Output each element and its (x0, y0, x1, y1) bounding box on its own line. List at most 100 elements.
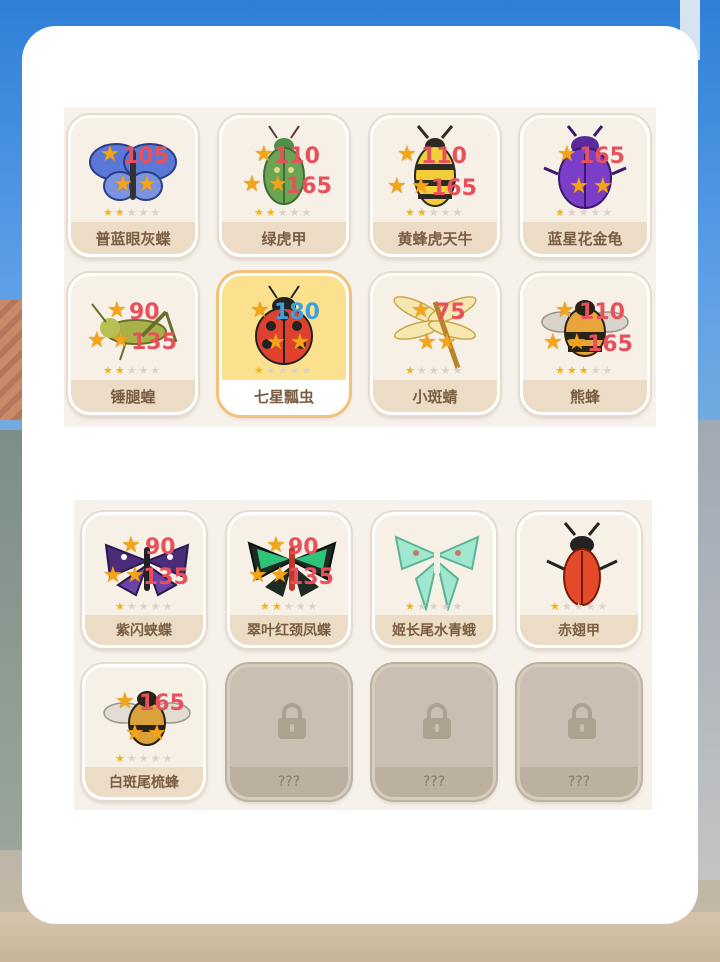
score-secondary: 165 (587, 332, 633, 357)
score-star-icon: ★ (266, 330, 286, 355)
score-star-icon: ★ (387, 174, 407, 199)
score-primary: 165 (139, 691, 185, 716)
bug-tile-10[interactable]: ★ ★ ★ ★ ★ 姬长尾水青蛾 (372, 512, 496, 648)
score-star-icon: ★ (555, 298, 575, 323)
bug-name: ??? (520, 767, 638, 797)
bug-tile-11[interactable]: ★ ★ ★ ★ ★ 赤翅甲 (517, 512, 641, 648)
score-star-icon: ★ (248, 563, 268, 588)
score-secondary: 165 (286, 174, 332, 199)
rarity-stars: ★ ★ ★ ★ ★ (260, 600, 318, 613)
score-star-icon: ★ (266, 533, 286, 558)
score-star-icon: ★ (250, 298, 270, 323)
locked-tile-2[interactable]: ??? (372, 664, 496, 800)
score-star-icon: ★ (593, 174, 613, 199)
bug-name: 小斑蜻 (373, 380, 497, 412)
bug-tile-3[interactable]: ★ 165 ★ ★ ★ ★ ★ ★ ★ 蓝星花金龟 (520, 115, 650, 257)
score-star-icon: ★ (437, 330, 457, 355)
white-bee-icon (103, 691, 191, 746)
rarity-stars: ★ ★ ★ ★ ★ (115, 600, 173, 613)
bug-name: 七星瓢虫 (222, 380, 346, 412)
score-star-icon: ★ (137, 172, 157, 197)
score-star-icon: ★ (569, 174, 589, 199)
score-star-icon: ★ (121, 533, 141, 558)
dragonfly-icon (393, 296, 477, 369)
bug-name: 普蓝眼灰蝶 (71, 222, 195, 254)
lock-icon (568, 703, 596, 739)
bug-name: 蓝星花金龟 (523, 222, 647, 254)
locked-tile-1[interactable]: ??? (227, 664, 351, 800)
score-star-icon: ★ (567, 330, 587, 355)
bug-name: 紫闪蛱蝶 (85, 615, 203, 645)
score-star-icon: ★ (125, 563, 145, 588)
bug-tile-5[interactable]: ★ 180 ★ ★ ★ ★ ★ ★ ★ 七星瓢虫 (219, 273, 349, 415)
bug-name: 黄蜂虎天牛 (373, 222, 497, 254)
rarity-stars: ★ ★ ★ ★ ★ (254, 364, 312, 377)
score-star-icon: ★ (411, 174, 431, 199)
score-star-icon: ★ (115, 689, 135, 714)
score-secondary: 135 (131, 330, 177, 355)
score-star-icon: ★ (111, 328, 131, 353)
rarity-stars: ★ ★ ★ ★ ★ (405, 206, 463, 219)
green-beetle-icon (263, 125, 305, 205)
purple-beetle-icon (543, 125, 627, 209)
rarity-stars: ★ ★ ★ ★ ★ (405, 364, 463, 377)
bug-tile-12[interactable]: ★ 165 ★ ★ ★ ★ ★ ★ ★ 白斑尾梳蜂 (82, 664, 206, 800)
score-primary: 75 (435, 300, 466, 325)
bug-tile-9[interactable]: ★ 90 ★ ★ 135 ★ ★ ★ ★ ★ 翠叶红颈凤蝶 (227, 512, 351, 648)
bug-tile-8[interactable]: ★ 90 ★ ★ 135 ★ ★ ★ ★ ★ 紫闪蛱蝶 (82, 512, 206, 648)
rarity-stars: ★ ★ ★ ★ ★ (555, 364, 613, 377)
score-secondary: 165 (431, 176, 477, 201)
bumblebee-icon (541, 300, 629, 357)
score-star-icon: ★ (242, 172, 262, 197)
bug-tile-6[interactable]: ★ 75 ★ ★ ★ ★ ★ ★ ★ 小斑蜻 (370, 273, 500, 415)
rarity-stars: ★ ★ ★ ★ ★ (103, 364, 161, 377)
bug-name: ??? (230, 767, 348, 797)
rarity-stars: ★ ★ ★ ★ ★ (254, 206, 312, 219)
blue-butterfly-icon (89, 143, 177, 201)
score-star-icon: ★ (254, 142, 274, 167)
rarity-stars: ★ ★ ★ ★ ★ (405, 600, 463, 613)
rarity-stars: ★ ★ ★ ★ ★ (115, 752, 173, 765)
locked-tile-3[interactable]: ??? (517, 664, 641, 800)
lock-icon (278, 703, 306, 739)
score-primary: 90 (288, 535, 319, 560)
bug-name: 赤翅甲 (520, 615, 638, 645)
collection-grid-bottom: ★ 90 ★ ★ 135 ★ ★ ★ ★ ★ 紫闪蛱蝶 ★ 90 ★ ★ 135 ★ ★ ★… (74, 500, 652, 810)
score-primary: 110 (421, 144, 467, 169)
rarity-stars: ★ ★ ★ ★ ★ (555, 206, 613, 219)
score-secondary: 135 (288, 565, 334, 590)
score-primary: 180 (274, 300, 320, 325)
collection-grid-top: ★ 105 ★ ★ ★ ★ ★ ★ ★ 普蓝眼灰蝶 ★ 110 ★ ★ 165 ★ ★ ★ ★… (64, 107, 656, 427)
score-star-icon: ★ (147, 721, 167, 746)
bug-name: 熊蜂 (523, 380, 647, 412)
score-primary: 110 (274, 144, 320, 169)
score-star-icon: ★ (290, 330, 310, 355)
score-star-icon: ★ (268, 172, 288, 197)
bug-name: 白斑尾梳蜂 (85, 767, 203, 797)
rarity-stars: ★ ★ ★ ★ ★ (103, 206, 161, 219)
score-star-icon: ★ (417, 330, 437, 355)
rarity-stars: ★ ★ ★ ★ ★ (550, 600, 608, 613)
bug-name: ??? (375, 767, 493, 797)
bug-tile-4[interactable]: ★ 90 ★ ★ 135 ★ ★ ★ ★ ★ 锤腿蝗 (68, 273, 198, 415)
score-secondary: 135 (143, 565, 189, 590)
bug-name: 绿虎甲 (222, 222, 346, 254)
score-star-icon: ★ (411, 298, 431, 323)
bug-tile-7[interactable]: ★ 110 ★ ★ 165 ★ ★ ★ ★ ★ 熊蜂 (520, 273, 650, 415)
bug-tile-2[interactable]: ★ 110 ★ ★ 165 ★ ★ ★ ★ ★ 黄蜂虎天牛 (370, 115, 500, 257)
score-primary: 90 (145, 535, 176, 560)
score-primary: 105 (123, 144, 169, 169)
red-beetle-icon (546, 522, 618, 606)
score-primary: 90 (129, 300, 160, 325)
score-star-icon: ★ (107, 298, 127, 323)
score-star-icon: ★ (100, 142, 120, 167)
bug-tile-0[interactable]: ★ 105 ★ ★ ★ ★ ★ ★ ★ 普蓝眼灰蝶 (68, 115, 198, 257)
bug-tile-1[interactable]: ★ 110 ★ ★ 165 ★ ★ ★ ★ ★ 绿虎甲 (219, 115, 349, 257)
bug-name: 翠叶红颈凤蝶 (230, 615, 348, 645)
score-star-icon: ★ (125, 721, 145, 746)
bug-name: 锤腿蝗 (71, 380, 195, 412)
score-star-icon: ★ (270, 563, 290, 588)
score-star-icon: ★ (87, 328, 107, 353)
grasshopper-icon (91, 303, 178, 361)
score-star-icon: ★ (397, 142, 417, 167)
